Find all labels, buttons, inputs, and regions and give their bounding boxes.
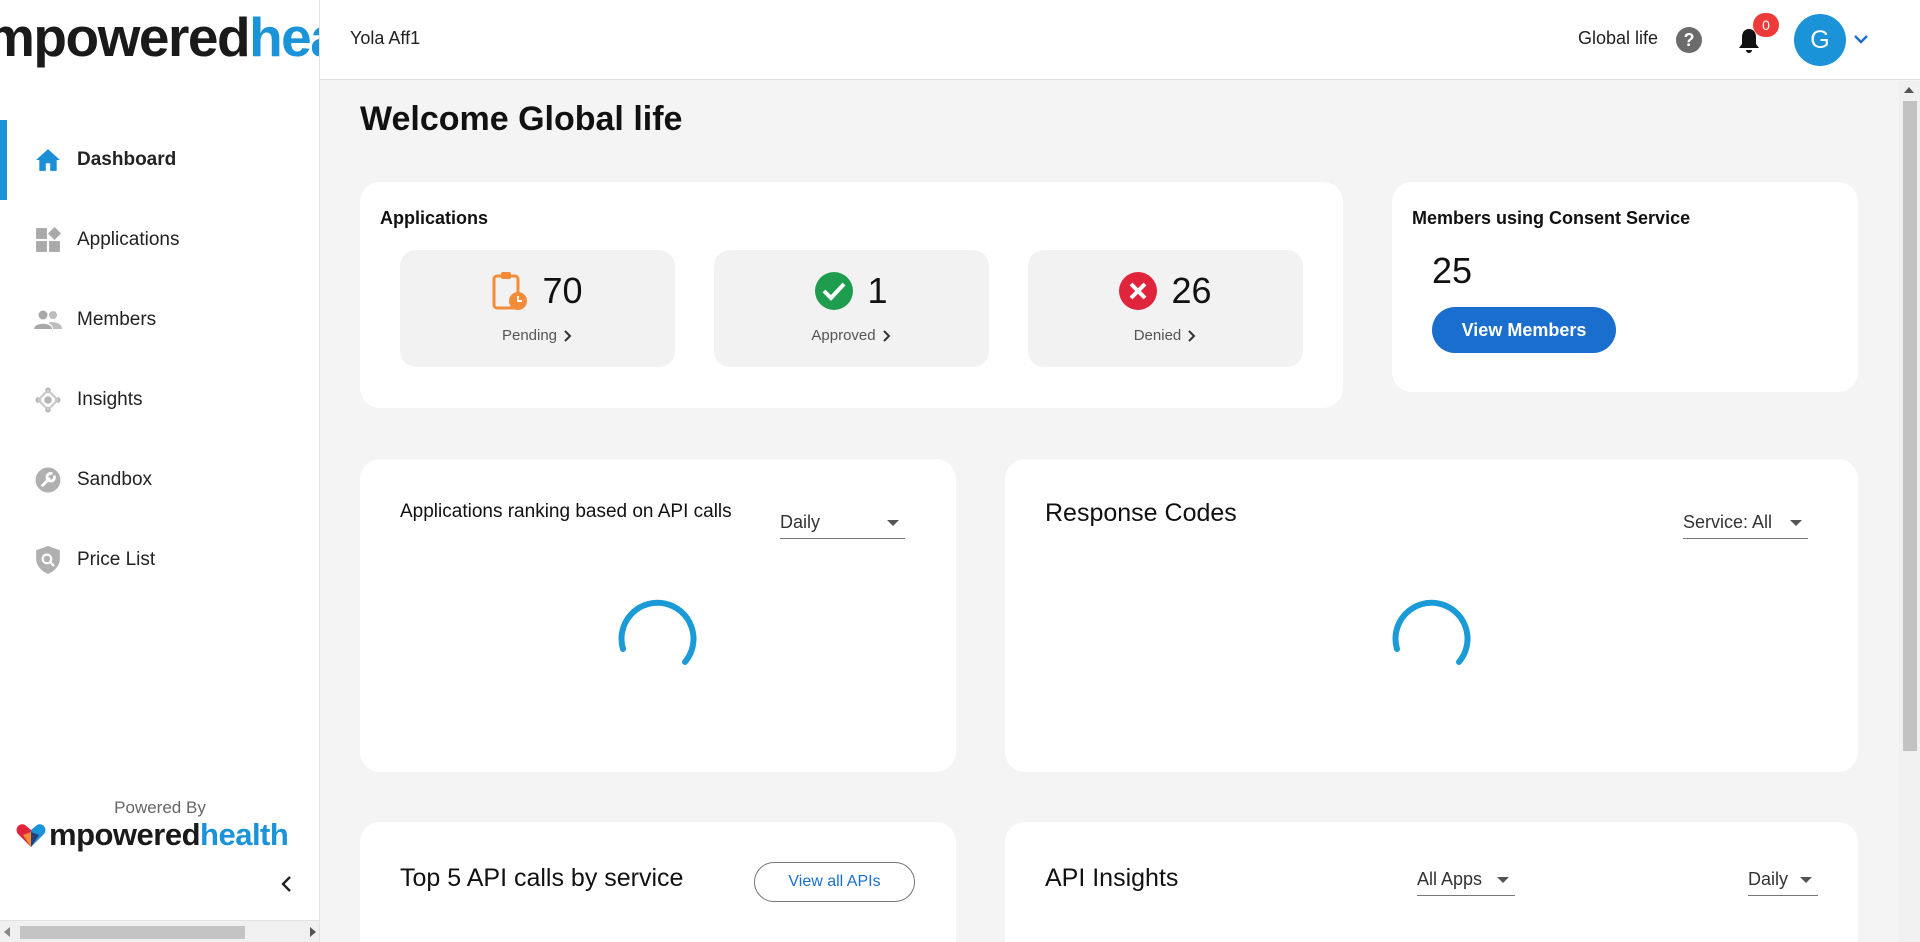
sidebar-item-insights[interactable]: Insights (0, 360, 319, 440)
denied-count: 26 (1171, 270, 1212, 311)
help-icon[interactable]: ? (1676, 27, 1702, 53)
ranking-period-select[interactable]: Daily (780, 507, 905, 539)
insights-period-select[interactable]: Daily (1748, 864, 1818, 896)
wrench-icon (34, 466, 62, 494)
scroll-up-arrow[interactable] (1904, 87, 1914, 93)
top-header: Yola Aff1 Global life ? 0 G (320, 0, 1920, 80)
powered-by-label: Powered By (114, 798, 206, 817)
sidebar: mpoweredhealth Dashboard Applications Me… (0, 0, 320, 942)
footer-logo: mpowered health (16, 817, 289, 853)
loading-spinner-icon (1392, 599, 1471, 665)
sidebar-item-sandbox[interactable]: Sandbox (0, 440, 319, 520)
loading-spinner-icon (618, 599, 697, 665)
avatar[interactable]: G (1794, 14, 1846, 66)
view-members-button[interactable]: View Members (1432, 307, 1616, 353)
chevron-left-icon (281, 876, 291, 892)
scroll-left-arrow[interactable] (4, 927, 10, 937)
sidebar-item-members[interactable]: Members (0, 280, 319, 360)
chevron-right-icon (882, 329, 891, 342)
sidebar-item-dashboard[interactable]: Dashboard (0, 120, 319, 200)
widgets-icon (34, 226, 62, 254)
people-icon (34, 306, 62, 334)
pending-label: Pending (501, 327, 558, 344)
sidebar-nav: Dashboard Applications Members Insights … (0, 120, 319, 600)
check-circle-icon (815, 272, 854, 310)
home-icon (34, 146, 62, 174)
view-all-apis-button[interactable]: View all APIs (754, 862, 915, 902)
approved-count: 1 (867, 270, 888, 311)
caret-down-icon (1800, 876, 1812, 883)
top-api-calls-card: Top 5 API calls by service View all APIs (360, 822, 956, 942)
chevron-down-icon[interactable] (1853, 31, 1869, 47)
top5-title: Top 5 API calls by service (400, 864, 684, 892)
heart-logo-icon (16, 824, 46, 847)
sidebar-item-price-list[interactable]: Price List (0, 520, 319, 600)
page-title: Welcome Global life (360, 100, 683, 138)
notification-badge: 0 (1753, 13, 1779, 37)
vertical-scrollbar[interactable] (1899, 81, 1920, 942)
pending-count: 70 (542, 270, 583, 311)
pending-stat[interactable]: 70 Pending (400, 250, 675, 367)
scroll-right-arrow[interactable] (310, 927, 316, 937)
denied-label: Denied (1133, 327, 1182, 344)
applications-title: Applications (380, 208, 489, 228)
clipboard-clock-icon (492, 272, 528, 310)
ranking-title: Applications ranking based on API calls (400, 501, 732, 522)
caret-down-icon (1497, 876, 1509, 883)
collapse-sidebar-button[interactable] (276, 873, 298, 895)
approved-label: Approved (811, 327, 876, 344)
apps-select[interactable]: All Apps (1417, 864, 1515, 896)
denied-stat[interactable]: 26 Denied (1028, 250, 1303, 367)
user-organization: Global life (1578, 28, 1659, 48)
api-insights-title: API Insights (1045, 864, 1179, 892)
sidebar-item-applications[interactable]: Applications (0, 200, 319, 280)
horizontal-scrollbar[interactable] (0, 920, 319, 942)
organization-name: Yola Aff1 (350, 28, 421, 48)
caret-down-icon (1790, 519, 1802, 526)
response-codes-title: Response Codes (1045, 499, 1237, 527)
caret-down-icon (887, 519, 899, 526)
shield-search-icon (34, 546, 62, 574)
service-select[interactable]: Service: All (1683, 507, 1808, 539)
approved-stat[interactable]: 1 Approved (714, 250, 989, 367)
brand-logo[interactable]: mpoweredhealth (0, 10, 319, 65)
api-insights-card: API Insights All Apps Daily (1005, 822, 1858, 942)
chevron-right-icon (564, 329, 572, 342)
applications-card: Applications 70 Pending 1 Approved 26 De… (360, 182, 1343, 408)
members-count: 25 (1432, 250, 1473, 291)
members-title: Members using Consent Service (1412, 208, 1691, 228)
insights-icon (34, 386, 62, 414)
chevron-right-icon (1188, 329, 1196, 342)
applications-ranking-card: Applications ranking based on API calls … (360, 459, 956, 772)
scrollbar-thumb[interactable] (1903, 101, 1917, 751)
scrollbar-thumb[interactable] (20, 926, 245, 939)
error-circle-icon (1119, 272, 1158, 310)
members-card: Members using Consent Service 25 View Me… (1392, 182, 1858, 392)
response-codes-card: Response Codes Service: All (1005, 459, 1858, 772)
